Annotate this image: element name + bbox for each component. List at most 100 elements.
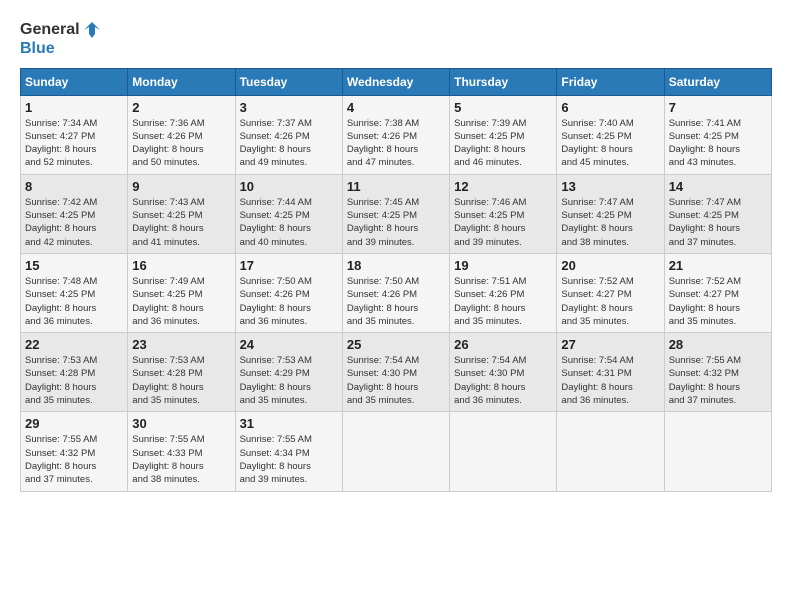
logo-container: General Blue [20, 20, 102, 58]
day-info: Sunrise: 7:55 AMSunset: 4:33 PMDaylight:… [132, 433, 230, 486]
day-number: 14 [669, 179, 767, 194]
calendar-cell: 23 Sunrise: 7:53 AMSunset: 4:28 PMDayligh… [128, 333, 235, 412]
calendar-cell: 9 Sunrise: 7:43 AMSunset: 4:25 PMDaylight… [128, 174, 235, 253]
calendar-cell: 2Sunrise: 7:36 AMSunset: 4:26 PMDaylight… [128, 95, 235, 174]
header-day-saturday: Saturday [664, 68, 771, 95]
header-day-sunday: Sunday [21, 68, 128, 95]
calendar-table: SundayMondayTuesdayWednesdayThursdayFrid… [20, 68, 772, 492]
day-number: 7 [669, 100, 767, 115]
calendar-cell: 21 Sunrise: 7:52 AMSunset: 4:27 PMDayligh… [664, 253, 771, 332]
day-number: 9 [132, 179, 230, 194]
calendar-cell: 5Sunrise: 7:39 AMSunset: 4:25 PMDaylight… [450, 95, 557, 174]
day-info: Sunrise: 7:49 AMSunset: 4:25 PMDaylight:… [132, 275, 230, 328]
day-number: 30 [132, 416, 230, 431]
day-info: Sunrise: 7:54 AMSunset: 4:30 PMDaylight:… [347, 354, 445, 407]
calendar-cell: 15Sunrise: 7:48 AMSunset: 4:25 PMDayligh… [21, 253, 128, 332]
day-number: 18 [347, 258, 445, 273]
day-number: 26 [454, 337, 552, 352]
calendar-cell: 29Sunrise: 7:55 AMSunset: 4:32 PMDayligh… [21, 412, 128, 491]
day-number: 4 [347, 100, 445, 115]
day-number: 3 [240, 100, 338, 115]
calendar-cell: 7 Sunrise: 7:41 AMSunset: 4:25 PMDaylight… [664, 95, 771, 174]
day-info: Sunrise: 7:34 AMSunset: 4:27 PMDaylight:… [25, 117, 123, 170]
calendar-cell: 3Sunrise: 7:37 AMSunset: 4:26 PMDaylight… [235, 95, 342, 174]
header-day-wednesday: Wednesday [342, 68, 449, 95]
day-info: Sunrise: 7:48 AMSunset: 4:25 PMDaylight:… [25, 275, 123, 328]
logo-general: General [20, 21, 80, 39]
day-info: Sunrise: 7:50 AMSunset: 4:26 PMDaylight:… [240, 275, 338, 328]
calendar-cell: 11Sunrise: 7:45 AMSunset: 4:25 PMDayligh… [342, 174, 449, 253]
calendar-cell: 18Sunrise: 7:50 AMSunset: 4:26 PMDayligh… [342, 253, 449, 332]
day-info: Sunrise: 7:55 AMSunset: 4:34 PMDaylight:… [240, 433, 338, 486]
day-number: 28 [669, 337, 767, 352]
calendar-cell: 22 Sunrise: 7:53 AMSunset: 4:28 PMDayligh… [21, 333, 128, 412]
day-number: 24 [240, 337, 338, 352]
day-info: Sunrise: 7:47 AMSunset: 4:25 PMDaylight:… [561, 196, 659, 249]
calendar-cell: 19Sunrise: 7:51 AMSunset: 4:26 PMDayligh… [450, 253, 557, 332]
day-number: 31 [240, 416, 338, 431]
calendar-header: SundayMondayTuesdayWednesdayThursdayFrid… [21, 68, 772, 95]
day-info: Sunrise: 7:55 AMSunset: 4:32 PMDaylight:… [669, 354, 767, 407]
day-info: Sunrise: 7:36 AMSunset: 4:26 PMDaylight:… [132, 117, 230, 170]
calendar-cell: 27 Sunrise: 7:54 AMSunset: 4:31 PMDayligh… [557, 333, 664, 412]
calendar-week-5: 29Sunrise: 7:55 AMSunset: 4:32 PMDayligh… [21, 412, 772, 491]
calendar-cell: 12 Sunrise: 7:46 AMSunset: 4:25 PMDayligh… [450, 174, 557, 253]
calendar-cell [342, 412, 449, 491]
page-header: General Blue [20, 20, 772, 58]
calendar-cell: 30 Sunrise: 7:55 AMSunset: 4:33 PMDayligh… [128, 412, 235, 491]
day-number: 8 [25, 179, 123, 194]
calendar-cell: 28 Sunrise: 7:55 AMSunset: 4:32 PMDayligh… [664, 333, 771, 412]
day-info: Sunrise: 7:54 AMSunset: 4:30 PMDaylight:… [454, 354, 552, 407]
calendar-cell: 25 Sunrise: 7:54 AMSunset: 4:30 PMDayligh… [342, 333, 449, 412]
day-info: Sunrise: 7:53 AMSunset: 4:28 PMDaylight:… [25, 354, 123, 407]
day-info: Sunrise: 7:52 AMSunset: 4:27 PMDaylight:… [669, 275, 767, 328]
calendar-cell: 6 Sunrise: 7:40 AMSunset: 4:25 PMDaylight… [557, 95, 664, 174]
day-info: Sunrise: 7:53 AMSunset: 4:28 PMDaylight:… [132, 354, 230, 407]
day-number: 25 [347, 337, 445, 352]
day-info: Sunrise: 7:47 AMSunset: 4:25 PMDaylight:… [669, 196, 767, 249]
day-info: Sunrise: 7:40 AMSunset: 4:25 PMDaylight:… [561, 117, 659, 170]
day-info: Sunrise: 7:41 AMSunset: 4:25 PMDaylight:… [669, 117, 767, 170]
day-number: 6 [561, 100, 659, 115]
day-number: 22 [25, 337, 123, 352]
calendar-week-4: 22 Sunrise: 7:53 AMSunset: 4:28 PMDayligh… [21, 333, 772, 412]
calendar-cell: 31 Sunrise: 7:55 AMSunset: 4:34 PMDayligh… [235, 412, 342, 491]
calendar-body: 1 Sunrise: 7:34 AMSunset: 4:27 PMDaylight… [21, 95, 772, 491]
header-day-friday: Friday [557, 68, 664, 95]
calendar-week-1: 1 Sunrise: 7:34 AMSunset: 4:27 PMDaylight… [21, 95, 772, 174]
calendar-cell: 13Sunrise: 7:47 AMSunset: 4:25 PMDayligh… [557, 174, 664, 253]
logo-blue: Blue [20, 40, 102, 58]
day-info: Sunrise: 7:46 AMSunset: 4:25 PMDaylight:… [454, 196, 552, 249]
day-info: Sunrise: 7:54 AMSunset: 4:31 PMDaylight:… [561, 354, 659, 407]
calendar-cell [450, 412, 557, 491]
day-number: 21 [669, 258, 767, 273]
day-number: 16 [132, 258, 230, 273]
day-number: 19 [454, 258, 552, 273]
logo-bird-icon [82, 20, 102, 40]
calendar-cell: 14 Sunrise: 7:47 AMSunset: 4:25 PMDayligh… [664, 174, 771, 253]
calendar-cell [664, 412, 771, 491]
calendar-cell: 26 Sunrise: 7:54 AMSunset: 4:30 PMDayligh… [450, 333, 557, 412]
header-day-tuesday: Tuesday [235, 68, 342, 95]
calendar-cell: 10Sunrise: 7:44 AMSunset: 4:25 PMDayligh… [235, 174, 342, 253]
day-info: Sunrise: 7:52 AMSunset: 4:27 PMDaylight:… [561, 275, 659, 328]
calendar-week-2: 8 Sunrise: 7:42 AMSunset: 4:25 PMDaylight… [21, 174, 772, 253]
calendar-cell: 17Sunrise: 7:50 AMSunset: 4:26 PMDayligh… [235, 253, 342, 332]
day-number: 11 [347, 179, 445, 194]
calendar-cell [557, 412, 664, 491]
day-number: 1 [25, 100, 123, 115]
header-day-thursday: Thursday [450, 68, 557, 95]
day-info: Sunrise: 7:53 AMSunset: 4:29 PMDaylight:… [240, 354, 338, 407]
day-info: Sunrise: 7:43 AMSunset: 4:25 PMDaylight:… [132, 196, 230, 249]
day-number: 23 [132, 337, 230, 352]
day-info: Sunrise: 7:42 AMSunset: 4:25 PMDaylight:… [25, 196, 123, 249]
header-row: SundayMondayTuesdayWednesdayThursdayFrid… [21, 68, 772, 95]
day-info: Sunrise: 7:38 AMSunset: 4:26 PMDaylight:… [347, 117, 445, 170]
calendar-cell: 16 Sunrise: 7:49 AMSunset: 4:25 PMDayligh… [128, 253, 235, 332]
day-number: 27 [561, 337, 659, 352]
calendar-week-3: 15Sunrise: 7:48 AMSunset: 4:25 PMDayligh… [21, 253, 772, 332]
day-info: Sunrise: 7:55 AMSunset: 4:32 PMDaylight:… [25, 433, 123, 486]
calendar-cell: 1 Sunrise: 7:34 AMSunset: 4:27 PMDaylight… [21, 95, 128, 174]
day-number: 12 [454, 179, 552, 194]
calendar-cell: 8 Sunrise: 7:42 AMSunset: 4:25 PMDaylight… [21, 174, 128, 253]
